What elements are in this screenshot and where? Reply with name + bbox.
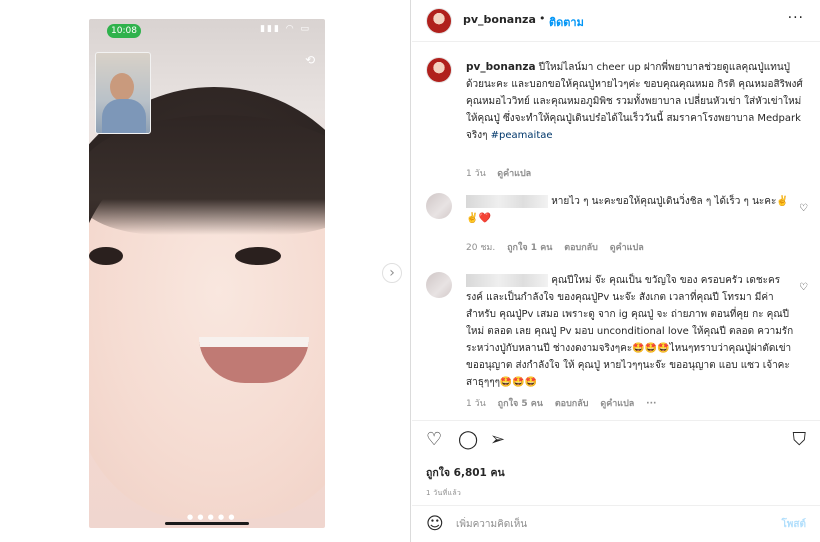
comment-text-block: คุณปีใหม่ จ๊ะ คุณเป็น ขวัญใจ ของ ครอบครั… xyxy=(466,272,796,391)
phone-status-bar: 10:08 ▮▮▮ ◠ ▭ xyxy=(89,19,325,43)
comment-item: คุณปีใหม่ จ๊ะ คุณเป็น ขวัญใจ ของ ครอบครั… xyxy=(426,272,816,415)
phone-time: 10:08 xyxy=(107,24,141,38)
caption-text-block: pv_bonanza ปีใหม่ไลน์มา cheer up ฝากพี่พ… xyxy=(466,59,806,144)
comments-section[interactable]: pv_bonanza ปีใหม่ไลน์มา cheer up ฝากพี่พ… xyxy=(412,43,820,415)
likes-count[interactable]: ถูกใจ 6,801 คน xyxy=(426,464,505,481)
comment-translate-link[interactable]: ดูคำแปล xyxy=(600,399,634,409)
commenter-username-blurred[interactable] xyxy=(466,194,548,208)
comment-translate-link[interactable]: ดูคำแปล xyxy=(610,243,644,253)
caption-author-avatar[interactable] xyxy=(426,57,452,83)
comment-likes-link[interactable]: ถูกใจ 5 คน xyxy=(498,399,543,409)
post-side-panel: pv_bonanza • ติดตาม ··· pv_bonanza ปีใหม… xyxy=(412,0,820,542)
reply-button[interactable]: ตอบกลับ xyxy=(555,399,589,409)
comment-input[interactable] xyxy=(456,515,746,533)
video-call-photo[interactable]: 10:08 ▮▮▮ ◠ ▭ ⟲ ● ● ● ● ● xyxy=(89,19,325,528)
follow-button[interactable]: ติดตาม xyxy=(549,13,584,31)
post-comment-button[interactable]: โพสต์ xyxy=(781,517,806,532)
comment-more-icon[interactable]: ··· xyxy=(646,399,656,409)
comment-meta: 20 ชม. ถูกใจ 1 คน ตอบกลับ ดูคำแปล xyxy=(466,240,653,254)
caption-username[interactable]: pv_bonanza xyxy=(466,61,536,73)
phone-home-indicator xyxy=(165,522,249,525)
paper-plane-icon[interactable]: ➢ xyxy=(490,431,505,449)
comment-text: คุณปีใหม่ จ๊ะ คุณเป็น ขวัญใจ ของ ครอบครั… xyxy=(466,275,794,388)
caption-hashtag[interactable]: #peamaitae xyxy=(491,130,553,141)
reply-button[interactable]: ตอบกลับ xyxy=(564,243,598,253)
heart-outline-icon[interactable]: ♡ xyxy=(426,431,442,449)
phone-status-icons: ▮▮▮ ◠ ▭ xyxy=(260,24,311,34)
author-username[interactable]: pv_bonanza xyxy=(463,13,536,26)
pip-person-head xyxy=(110,73,134,101)
posted-timestamp[interactable]: 1 วันที่แล้ว xyxy=(426,488,461,499)
pip-video-thumbnail xyxy=(95,52,151,134)
photo-eye-left xyxy=(235,247,281,265)
post-media-panel: 10:08 ▮▮▮ ◠ ▭ ⟲ ● ● ● ● ● › xyxy=(0,0,411,542)
post-header: pv_bonanza • ติดตาม ··· xyxy=(412,0,820,42)
bookmark-icon[interactable]: ⛉ xyxy=(793,431,807,449)
commenter-avatar-blurred[interactable] xyxy=(426,193,452,219)
more-dots-icon[interactable]: ··· xyxy=(788,10,804,26)
heart-outline-icon[interactable]: ♡ xyxy=(799,282,808,293)
commenter-avatar-blurred[interactable] xyxy=(426,272,452,298)
carousel-dots: ● ● ● ● ● xyxy=(187,513,236,521)
comment-bubble-icon[interactable]: ◯ xyxy=(458,431,478,449)
post-actions-bar: ♡ ◯ ➢ ⛉ xyxy=(412,420,820,456)
chevron-right-icon: › xyxy=(389,265,395,281)
pip-person-body xyxy=(102,99,146,133)
heart-outline-icon[interactable]: ♡ xyxy=(799,203,808,214)
comment-time: 1 วัน xyxy=(466,399,486,409)
header-separator: • xyxy=(539,12,546,25)
comment-text-block: หายไว ๆ นะคะขอให้คุณปู่เดินวิ่งชิล ๆ ได้… xyxy=(466,193,796,227)
photo-eye-right xyxy=(89,247,123,265)
caption-translate-link[interactable]: ดูคำแปล xyxy=(497,169,531,179)
author-avatar[interactable] xyxy=(426,8,452,34)
add-comment-bar: ☺ โพสต์ xyxy=(412,505,820,542)
commenter-username-blurred[interactable] xyxy=(466,273,548,287)
camera-switch-icon: ⟲ xyxy=(304,53,315,67)
comment-meta: 1 วัน ถูกใจ 5 คน ตอบกลับ ดูคำแปล ··· xyxy=(466,396,665,410)
smiley-icon[interactable]: ☺ xyxy=(426,515,444,533)
comment-item: หายไว ๆ นะคะขอให้คุณปู่เดินวิ่งชิล ๆ ได้… xyxy=(426,193,816,263)
comment-time: 20 ชม. xyxy=(466,243,496,253)
next-media-button[interactable]: › xyxy=(382,263,402,283)
comment-likes-link[interactable]: ถูกใจ 1 คน xyxy=(507,243,552,253)
caption-time: 1 วัน xyxy=(466,169,486,179)
caption-meta: 1 วัน ดูคำแปล xyxy=(466,166,531,180)
